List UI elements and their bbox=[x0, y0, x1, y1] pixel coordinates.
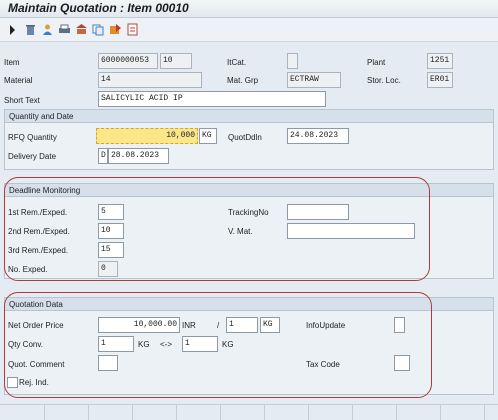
itcat-field[interactable] bbox=[287, 53, 298, 69]
grid-divider bbox=[88, 405, 89, 420]
itcat-label: ItCat. bbox=[227, 58, 247, 67]
item-label: Item bbox=[4, 58, 20, 67]
grid-divider bbox=[440, 405, 441, 420]
window-title: Maintain Quotation : Item 00010 bbox=[8, 1, 189, 15]
copy-icon[interactable] bbox=[92, 23, 105, 36]
matgrp-label: Mat. Grp bbox=[227, 76, 259, 85]
grid-divider bbox=[132, 405, 133, 420]
plant-field[interactable]: 1251 bbox=[427, 53, 453, 69]
document-icon[interactable] bbox=[126, 23, 139, 36]
rfq-quantity-label: RFQ Quantity bbox=[8, 133, 57, 142]
plant-label: Plant bbox=[367, 58, 386, 67]
storloc-field[interactable]: ER01 bbox=[427, 72, 453, 88]
rfq-unit-field[interactable]: KG bbox=[199, 128, 217, 144]
shorttext-field[interactable]: SALICYLIC ACID IP bbox=[98, 91, 326, 107]
grid-divider bbox=[44, 405, 45, 420]
delete-icon[interactable] bbox=[24, 23, 37, 36]
quotddln-label: QuotDdln bbox=[228, 133, 262, 142]
title-bar: Maintain Quotation : Item 00010 bbox=[0, 0, 498, 18]
rfq-quantity-field[interactable]: 10,000 bbox=[96, 128, 198, 144]
application-toolbar bbox=[0, 18, 498, 42]
person-icon[interactable] bbox=[41, 23, 54, 36]
grid-divider bbox=[264, 405, 265, 420]
grid-divider bbox=[396, 405, 397, 420]
execute-arrow-icon[interactable] bbox=[10, 25, 15, 35]
bottom-grid bbox=[0, 404, 498, 420]
item-number-field[interactable]: 10 bbox=[160, 53, 192, 69]
shorttext-label: Short Text bbox=[4, 96, 40, 105]
material-label: Material bbox=[4, 76, 33, 85]
quantity-date-header: Quantity and Date bbox=[5, 110, 493, 123]
export-icon[interactable] bbox=[109, 23, 122, 36]
grid-divider bbox=[308, 405, 309, 420]
delivery-date-label: Delivery Date bbox=[8, 152, 57, 161]
quotddln-field[interactable]: 24.08.2023 bbox=[287, 128, 349, 144]
delivery-date-category-field[interactable]: D bbox=[98, 148, 108, 164]
delivery-date-field[interactable]: 28.08.2023 bbox=[108, 148, 169, 164]
storloc-label: Stor. Loc. bbox=[367, 76, 401, 85]
print-icon[interactable] bbox=[58, 23, 71, 36]
matgrp-field[interactable]: ECTRAW bbox=[287, 72, 341, 88]
grid-divider bbox=[484, 405, 485, 420]
material-field[interactable]: 14 bbox=[98, 72, 202, 88]
grid-divider bbox=[176, 405, 177, 420]
quotation-annotation-oval bbox=[4, 292, 432, 398]
grid-divider bbox=[352, 405, 353, 420]
item-field[interactable]: 6000000053 bbox=[98, 53, 158, 69]
grid-divider bbox=[220, 405, 221, 420]
bank-icon[interactable] bbox=[75, 23, 88, 36]
deadline-annotation-oval bbox=[4, 177, 430, 281]
